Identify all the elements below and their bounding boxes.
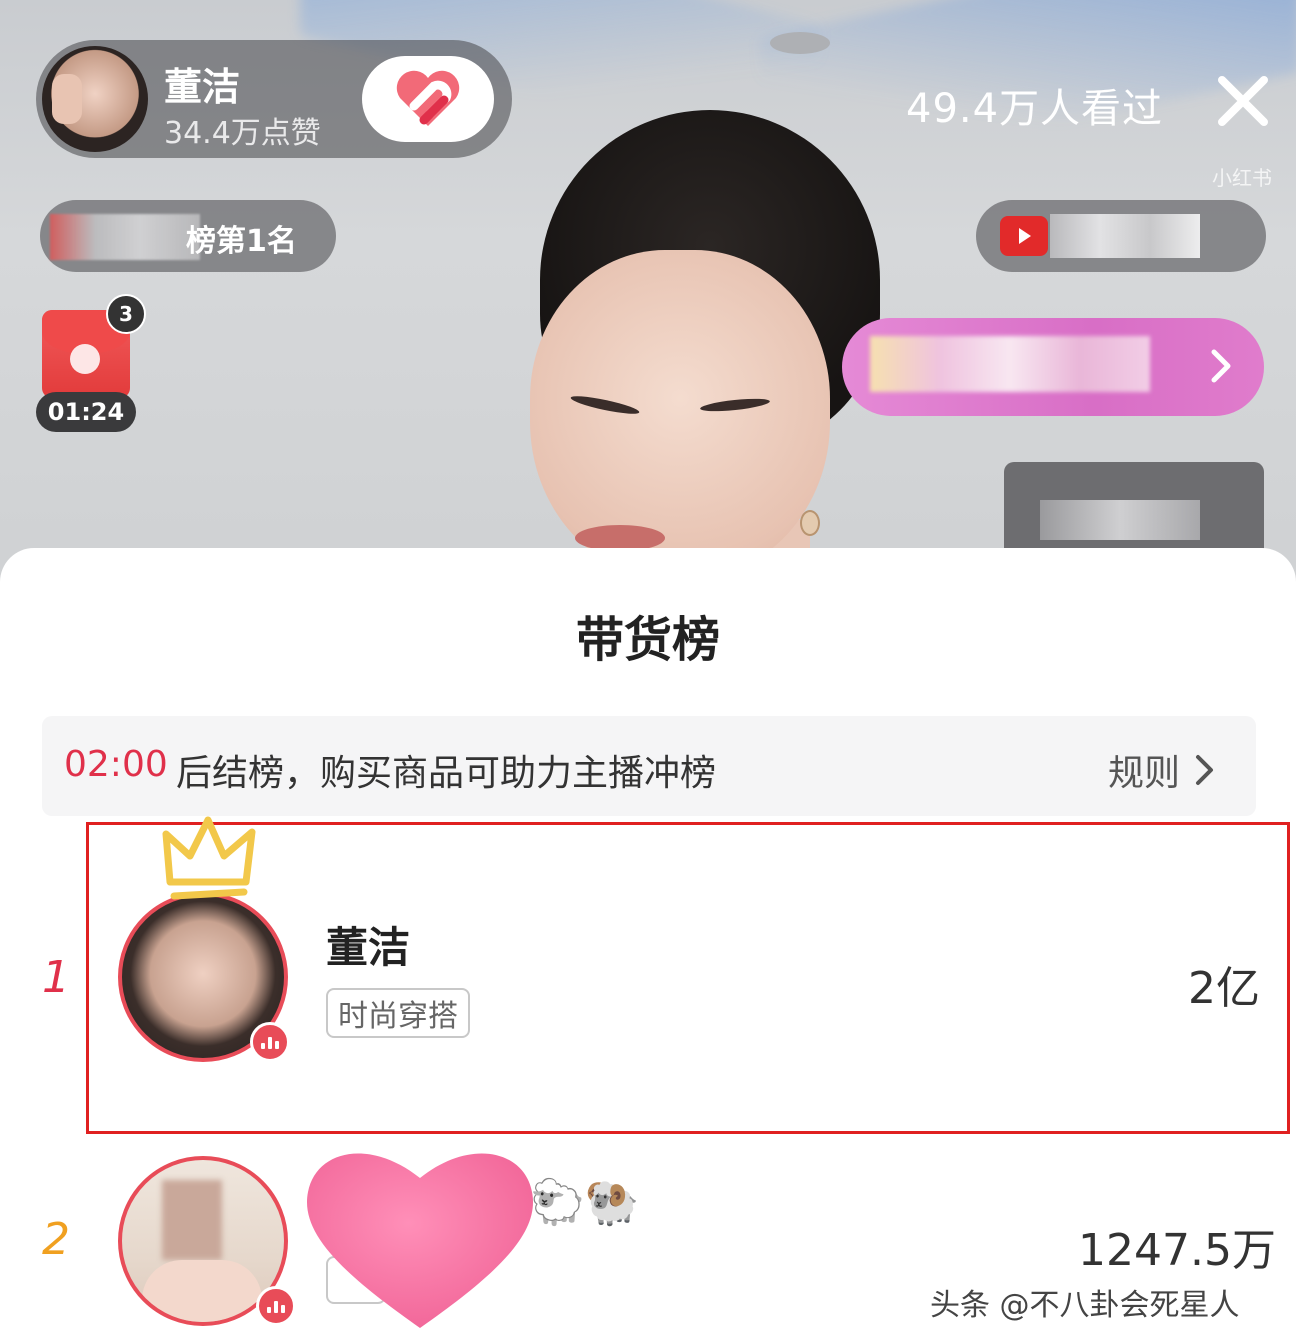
host-likes: 34.4万点赞 xyxy=(164,116,321,151)
blurred-region xyxy=(1040,500,1200,540)
live-play-icon xyxy=(1000,216,1048,256)
category-tag: 时尚穿搭 xyxy=(326,988,470,1038)
rules-link[interactable]: 规则 xyxy=(1108,744,1216,796)
rank-badge-text: 榜第1名 xyxy=(186,224,297,259)
rank-number: 2 xyxy=(42,1214,70,1265)
countdown-time: 02:00 xyxy=(64,744,168,785)
ceiling-lamp xyxy=(770,32,830,54)
red-packet-count-badge: 3 xyxy=(106,294,146,334)
rules-label: 规则 xyxy=(1108,753,1181,794)
heart-link-icon xyxy=(396,70,460,126)
row-name: 董洁 xyxy=(326,923,411,972)
red-packet-timer: 01:24 xyxy=(36,392,136,432)
close-icon xyxy=(1218,76,1268,126)
crown-icon xyxy=(162,816,256,900)
countdown-notice-text: 后结榜，购买商品可助力主播冲榜 xyxy=(176,753,717,794)
row-name: 🐑🐏 xyxy=(530,1177,640,1228)
live-bars-icon xyxy=(250,1022,290,1062)
close-button[interactable] xyxy=(1212,70,1274,132)
corner-watermark: 小红书 xyxy=(1212,166,1272,190)
chevron-right-icon xyxy=(1196,755,1214,785)
follow-button[interactable] xyxy=(362,56,494,142)
footer-watermark: 头条 @不八卦会死星人 xyxy=(930,1288,1240,1323)
blurred-region xyxy=(870,336,1150,392)
sheet-title: 带货榜 xyxy=(575,612,720,668)
blurred-region xyxy=(50,214,200,260)
rank-number: 1 xyxy=(42,952,70,1003)
host-name: 董洁 xyxy=(164,65,241,109)
sales-value: 2亿 xyxy=(1188,963,1260,1014)
live-bars-icon xyxy=(256,1286,296,1326)
heart-sticker xyxy=(306,1153,534,1328)
sales-value: 1247.5万 xyxy=(1078,1225,1276,1276)
chevron-right-icon[interactable] xyxy=(1196,342,1244,390)
blurred-region xyxy=(1050,214,1200,258)
host-avatar[interactable] xyxy=(42,46,148,152)
viewer-count: 49.4万人看过 xyxy=(906,86,1164,132)
coin-icon xyxy=(70,344,100,374)
